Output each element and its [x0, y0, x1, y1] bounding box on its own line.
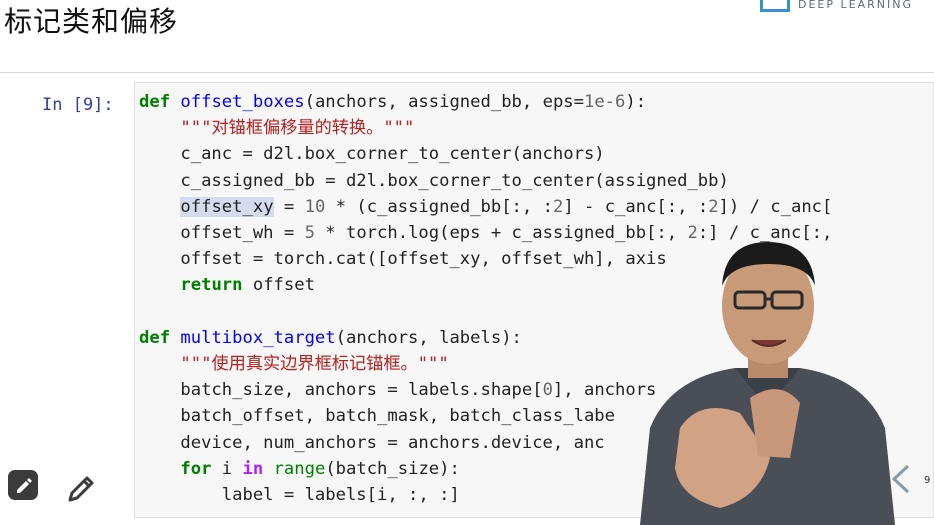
code-line: for i in range(batch_size):: [180, 458, 460, 479]
code-line: def multibox_target(anchors, labels):: [139, 327, 522, 348]
code-line: """对锚框偏移量的转换。""": [180, 118, 415, 139]
code-line: c_assigned_bb = d2l.box_corner_to_center…: [139, 170, 729, 191]
code-line: """使用真实边界框标记锚框。""": [180, 354, 449, 375]
edit-square-icon[interactable]: [8, 470, 38, 500]
pencil-icon[interactable]: [66, 472, 98, 504]
chevron-left-icon[interactable]: [888, 462, 914, 496]
code-line: batch_size, anchors = labels.shape[0], a…: [139, 380, 657, 401]
cell-prompt: In [9]:: [42, 95, 114, 115]
page-title: 标记类和偏移: [4, 5, 179, 38]
logo-text: DEEP LEARNING: [798, 0, 913, 11]
code-line: def offset_boxes(anchors, assigned_bb, e…: [139, 92, 647, 112]
page-number: 9: [924, 475, 931, 486]
code-line: offset = torch.cat([offset_xy, offset_wh…: [139, 249, 667, 270]
code-line: label = labels[i, :, :]: [139, 485, 460, 506]
code-line: c_anc = d2l.box_corner_to_center(anchors…: [139, 144, 605, 165]
logo: DEEP LEARNING: [760, 0, 913, 12]
code-line: device, num_anchors = anchors.device, an…: [139, 432, 605, 453]
code-line: return offset: [180, 275, 315, 296]
header-divider: [0, 72, 934, 73]
code-line: offset_xy = 10 * (c_assigned_bb[:, :2] -…: [180, 196, 833, 217]
presenter-video-overlay: [640, 242, 895, 525]
logo-mark-icon: [760, 0, 790, 12]
code-line: batch_offset, batch_mask, batch_class_la…: [139, 406, 615, 427]
